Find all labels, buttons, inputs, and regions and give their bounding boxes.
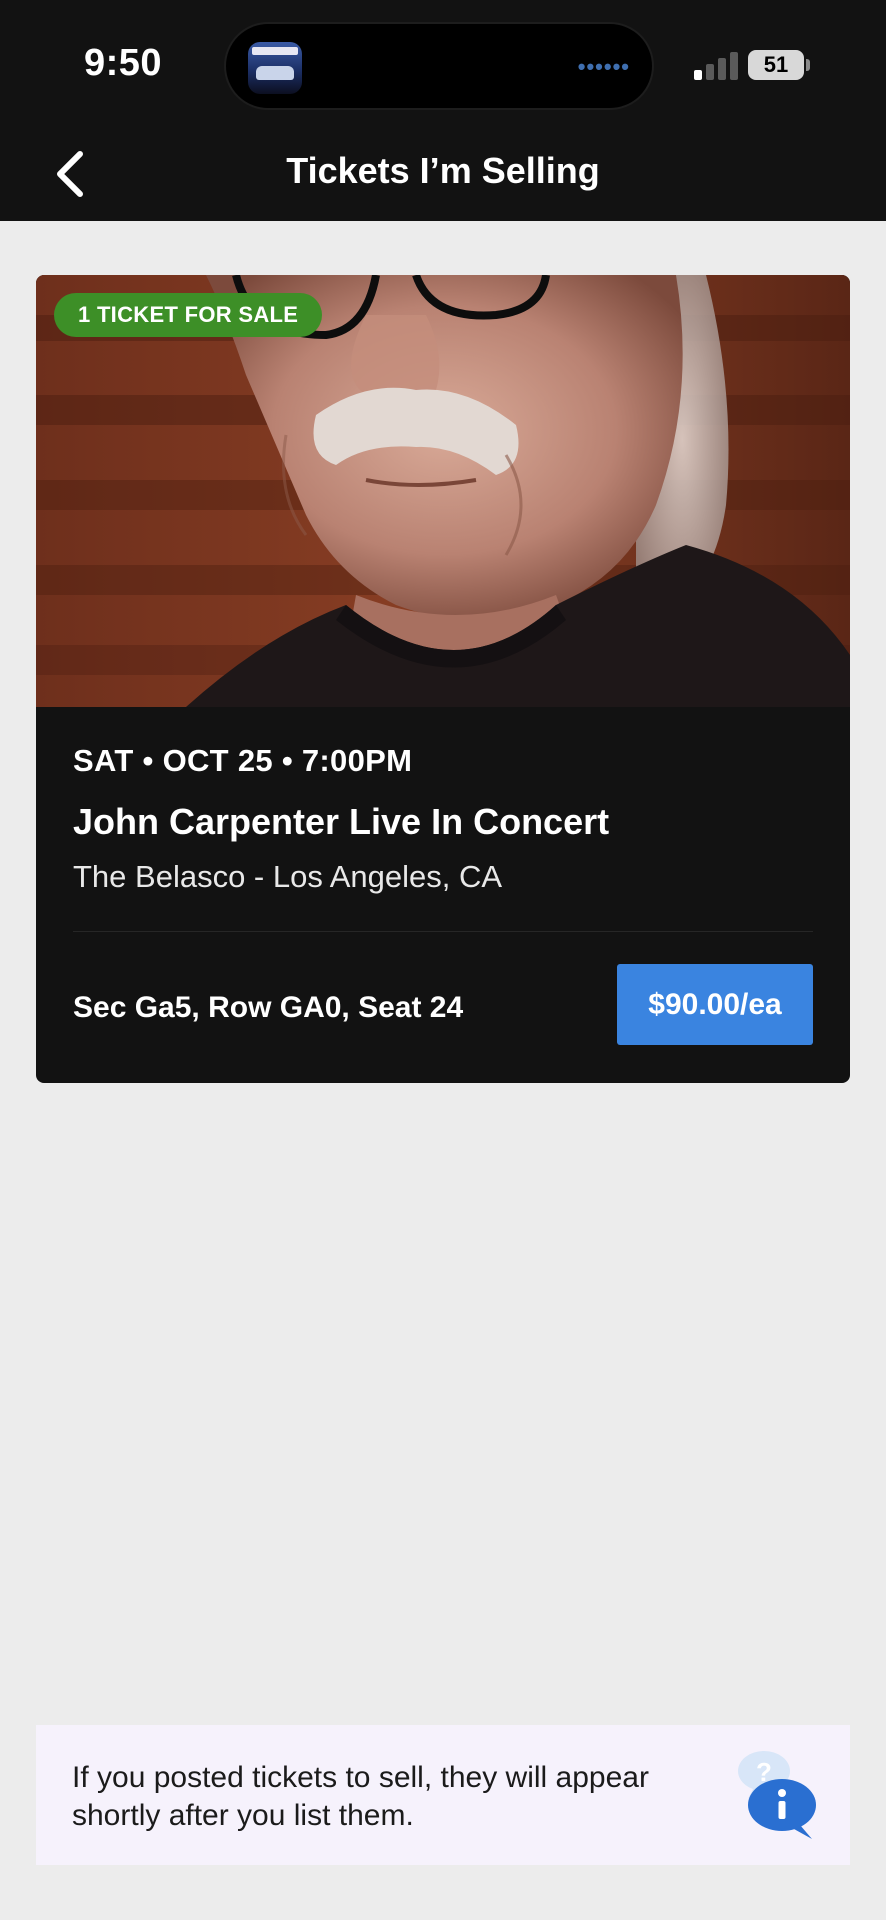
- event-venue: The Belasco - Los Angeles, CA: [73, 859, 503, 894]
- performer-photo: 1 TICKET FOR SALE: [36, 275, 850, 707]
- battery-icon: 51: [748, 50, 804, 80]
- battery-tip: [806, 59, 810, 71]
- activity-dots-icon: ••••••: [577, 54, 630, 79]
- seat-info: Sec Ga5, Row GA0, Seat 24: [73, 991, 464, 1024]
- status-bar: 9:50 •••••• 51: [0, 0, 886, 130]
- info-banner: If you posted tickets to sell, they will…: [36, 1725, 850, 1865]
- price-button[interactable]: $90.00/ea: [617, 964, 813, 1045]
- nav-header: Tickets I’m Selling: [0, 130, 886, 221]
- help-chat-icon[interactable]: ?: [728, 1747, 828, 1843]
- signal-icon: [694, 50, 738, 80]
- page-title: Tickets I’m Selling: [286, 150, 600, 191]
- event-datetime: SAT • OCT 25 • 7:00PM: [73, 743, 413, 778]
- app-icon: [248, 42, 302, 94]
- tickets-for-sale-badge: 1 TICKET FOR SALE: [54, 293, 323, 337]
- event-card[interactable]: 1 TICKET FOR SALE SAT • OCT 25 • 7:00PM …: [36, 275, 850, 1083]
- event-title: John Carpenter Live In Concert: [73, 801, 610, 842]
- card-divider: [73, 931, 813, 932]
- status-time: 9:50: [84, 42, 163, 84]
- dynamic-island: ••••••: [224, 22, 654, 110]
- info-banner-text: If you posted tickets to sell, they will…: [72, 1761, 649, 1832]
